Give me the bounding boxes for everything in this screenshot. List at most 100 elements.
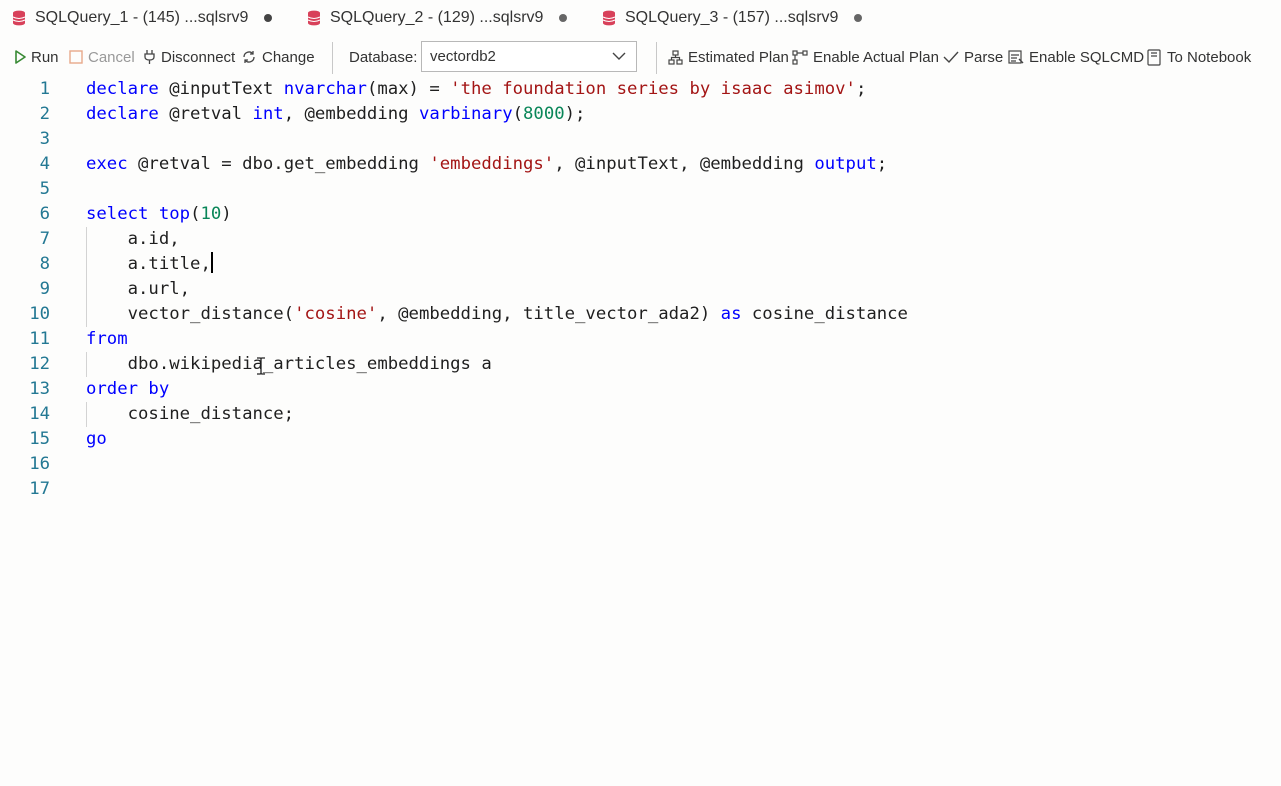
query-toolbar: Run Cancel Disconnect Change Database: v… bbox=[0, 38, 1281, 76]
code-line[interactable]: 15 go bbox=[0, 427, 1281, 452]
sql-token: vector_distance( bbox=[86, 304, 295, 324]
line-number: 15 bbox=[29, 429, 50, 449]
sql-keyword: nvarchar bbox=[283, 79, 367, 99]
plug-icon bbox=[144, 50, 155, 64]
database-label: Database: bbox=[349, 48, 418, 66]
toolbar-separator bbox=[656, 42, 657, 74]
sql-keyword: declare bbox=[86, 104, 159, 124]
code-text: a.url, bbox=[86, 277, 190, 302]
stop-icon bbox=[69, 50, 83, 64]
code-line[interactable]: 6 select top(10) bbox=[0, 202, 1281, 227]
to-notebook-button[interactable]: To Notebook bbox=[1146, 38, 1251, 76]
sqlcmd-icon bbox=[1008, 49, 1024, 64]
run-button[interactable]: Run bbox=[14, 38, 59, 76]
unsaved-dot-icon[interactable] bbox=[264, 14, 273, 22]
sql-token: , @inputText, @embedding bbox=[554, 154, 815, 174]
parse-button[interactable]: Parse bbox=[943, 38, 1003, 76]
code-line[interactable]: 4 exec @retval = dbo.get_embedding 'embed… bbox=[0, 152, 1281, 177]
cancel-button[interactable]: Cancel bbox=[69, 38, 135, 76]
sql-keyword: declare bbox=[86, 79, 159, 99]
line-number: 17 bbox=[29, 479, 50, 499]
sql-token: ); bbox=[564, 104, 586, 124]
cancel-label: Cancel bbox=[88, 48, 135, 66]
code-text: declare @inputText nvarchar(max) = 'the … bbox=[86, 77, 866, 102]
line-number: 9 bbox=[39, 279, 50, 299]
text-caret bbox=[210, 252, 213, 273]
sql-token: ; bbox=[855, 79, 867, 99]
code-line[interactable]: 16 bbox=[0, 452, 1281, 477]
line-number: 5 bbox=[39, 179, 50, 199]
sql-token: , @embedding bbox=[283, 104, 419, 124]
code-text: go bbox=[86, 427, 107, 452]
code-line[interactable]: 1 declare @inputText nvarchar(max) = 'the… bbox=[0, 77, 1281, 102]
line-number: 8 bbox=[39, 254, 50, 274]
code-line[interactable]: 13 order by bbox=[0, 377, 1281, 402]
sql-keyword: go bbox=[86, 429, 107, 449]
enable-sqlcmd-label: Enable SQLCMD bbox=[1029, 48, 1145, 66]
database-icon bbox=[602, 10, 616, 26]
sql-number: 10 bbox=[200, 204, 222, 224]
code-line[interactable]: 3 bbox=[0, 127, 1281, 152]
sql-token: a.url, bbox=[86, 279, 191, 299]
tab-label: SQLQuery_1 - (145) ...sqlsrv9 bbox=[35, 9, 249, 26]
sql-token: ( bbox=[190, 204, 201, 224]
change-label: Change bbox=[262, 48, 315, 66]
checkmark-icon bbox=[943, 51, 959, 64]
tab-label: SQLQuery_3 - (157) ...sqlsrv9 bbox=[625, 9, 839, 26]
sql-token: a.id, bbox=[86, 229, 180, 249]
code-line[interactable]: 8 a.title, bbox=[0, 252, 1281, 277]
sql-keyword: exec bbox=[86, 154, 128, 174]
code-text: order by bbox=[86, 377, 169, 402]
database-select-value: vectordb2 bbox=[430, 48, 496, 65]
unsaved-dot-icon[interactable] bbox=[854, 14, 863, 22]
sql-code-editor[interactable]: 1 declare @inputText nvarchar(max) = 'the… bbox=[0, 76, 1281, 786]
tab-sqlquery-1[interactable]: SQLQuery_1 - (145) ...sqlsrv9 bbox=[12, 0, 273, 36]
sql-keyword: varbinary bbox=[418, 104, 513, 124]
unsaved-dot-icon[interactable] bbox=[559, 14, 568, 22]
database-icon bbox=[307, 10, 321, 26]
code-line[interactable]: 7 a.id, bbox=[0, 227, 1281, 252]
tab-sqlquery-2[interactable]: SQLQuery_2 - (129) ...sqlsrv9 bbox=[307, 0, 568, 36]
editor-tab-bar: SQLQuery_1 - (145) ...sqlsrv9 SQLQuery_2… bbox=[0, 0, 1281, 36]
estimated-plan-button[interactable]: Estimated Plan bbox=[668, 38, 789, 76]
actual-plan-icon bbox=[792, 49, 808, 65]
code-line[interactable]: 2 declare @retval int, @embedding varbina… bbox=[0, 102, 1281, 127]
tab-sqlquery-3[interactable]: SQLQuery_3 - (157) ...sqlsrv9 bbox=[602, 0, 863, 36]
sql-token: cosine_distance bbox=[741, 304, 908, 324]
notebook-icon bbox=[1147, 48, 1161, 66]
code-line[interactable]: 12 dbo.wikipedia_articles_embeddings a bbox=[0, 352, 1281, 377]
toolbar-separator bbox=[332, 42, 333, 74]
code-line[interactable]: 9 a.url, bbox=[0, 277, 1281, 302]
enable-actual-plan-button[interactable]: Enable Actual Plan bbox=[792, 38, 939, 76]
code-text: declare @retval int, @embedding varbinar… bbox=[86, 102, 585, 127]
sql-keyword: select bbox=[86, 204, 149, 224]
code-line[interactable]: 5 bbox=[0, 177, 1281, 202]
code-line[interactable]: 14 cosine_distance; bbox=[0, 402, 1281, 427]
tab-label: SQLQuery_2 - (129) ...sqlsrv9 bbox=[330, 9, 544, 26]
sql-token: ) bbox=[221, 204, 232, 224]
line-number: 16 bbox=[29, 454, 50, 474]
code-line[interactable]: 17 bbox=[0, 477, 1281, 502]
sql-token: , @embedding, title_vector_ada2) bbox=[377, 304, 721, 324]
code-line[interactable]: 10 vector_distance('cosine', @embedding,… bbox=[0, 302, 1281, 327]
disconnect-button[interactable]: Disconnect bbox=[143, 38, 235, 76]
line-number: 3 bbox=[39, 129, 50, 149]
code-text: a.id, bbox=[86, 227, 180, 252]
sql-keyword: order by bbox=[86, 379, 170, 399]
to-notebook-label: To Notebook bbox=[1167, 48, 1252, 66]
disconnect-label: Disconnect bbox=[161, 48, 236, 66]
sql-token: cosine_distance; bbox=[86, 404, 295, 424]
sql-keyword: as bbox=[720, 304, 742, 324]
code-line[interactable]: 11 from bbox=[0, 327, 1281, 352]
code-text: cosine_distance; bbox=[86, 402, 294, 427]
parse-label: Parse bbox=[964, 48, 1004, 66]
line-number: 12 bbox=[29, 354, 50, 374]
database-select[interactable]: vectordb2 bbox=[421, 41, 637, 72]
line-number: 1 bbox=[39, 79, 50, 99]
enable-sqlcmd-button[interactable]: Enable SQLCMD bbox=[1008, 38, 1144, 76]
code-text: exec @retval = dbo.get_embedding 'embedd… bbox=[86, 152, 887, 177]
refresh-icon bbox=[243, 51, 255, 63]
sql-token: @inputText bbox=[158, 79, 284, 99]
change-connection-button[interactable]: Change bbox=[241, 38, 315, 76]
sql-token: dbo.wikipedia_articles_embeddings a bbox=[86, 354, 492, 374]
